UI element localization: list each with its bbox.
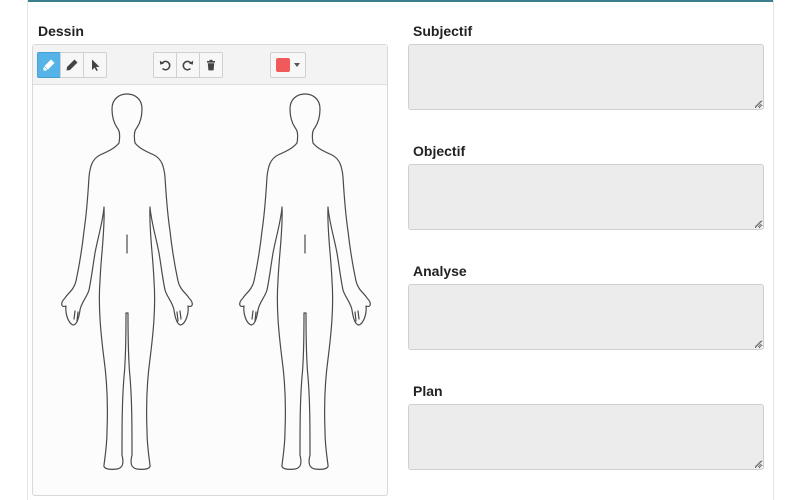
history-group — [153, 52, 223, 78]
undo-button[interactable] — [153, 52, 177, 78]
resize-handle-icon[interactable] — [753, 219, 762, 228]
undo-icon — [159, 60, 171, 71]
pencil-icon — [66, 59, 78, 71]
body-figures-canvas[interactable] — [33, 85, 387, 495]
plan-textarea[interactable] — [408, 404, 764, 470]
header-accent-line — [27, 0, 774, 2]
color-swatch — [276, 58, 290, 72]
tool-group — [37, 52, 107, 78]
select-button[interactable] — [83, 52, 107, 78]
body-figure-front — [239, 93, 371, 470]
chevron-down-icon — [294, 63, 300, 67]
analyse-textarea[interactable] — [408, 284, 764, 350]
pencil-button[interactable] — [60, 52, 84, 78]
resize-handle-icon[interactable] — [753, 459, 762, 468]
panel-left-border — [27, 0, 28, 500]
panel-right-border — [773, 0, 774, 500]
body-figure-back — [61, 93, 193, 470]
trash-icon — [207, 59, 215, 71]
redo-icon — [182, 60, 194, 71]
color-picker-button[interactable] — [270, 52, 306, 78]
cursor-icon — [92, 59, 100, 71]
objectif-label: Objectif — [413, 143, 466, 159]
objectif-textarea[interactable] — [408, 164, 764, 230]
redo-button[interactable] — [176, 52, 200, 78]
marker-icon — [43, 59, 55, 71]
plan-label: Plan — [413, 383, 443, 399]
drawing-panel — [32, 44, 388, 496]
resize-handle-icon[interactable] — [753, 339, 762, 348]
delete-button[interactable] — [199, 52, 223, 78]
subjectif-textarea[interactable] — [408, 44, 764, 110]
analyse-label: Analyse — [413, 263, 467, 279]
resize-handle-icon[interactable] — [753, 99, 762, 108]
drawing-label: Dessin — [38, 23, 84, 39]
drawing-toolbar — [33, 45, 387, 85]
subjectif-label: Subjectif — [413, 23, 473, 39]
highlighter-button[interactable] — [37, 52, 61, 78]
